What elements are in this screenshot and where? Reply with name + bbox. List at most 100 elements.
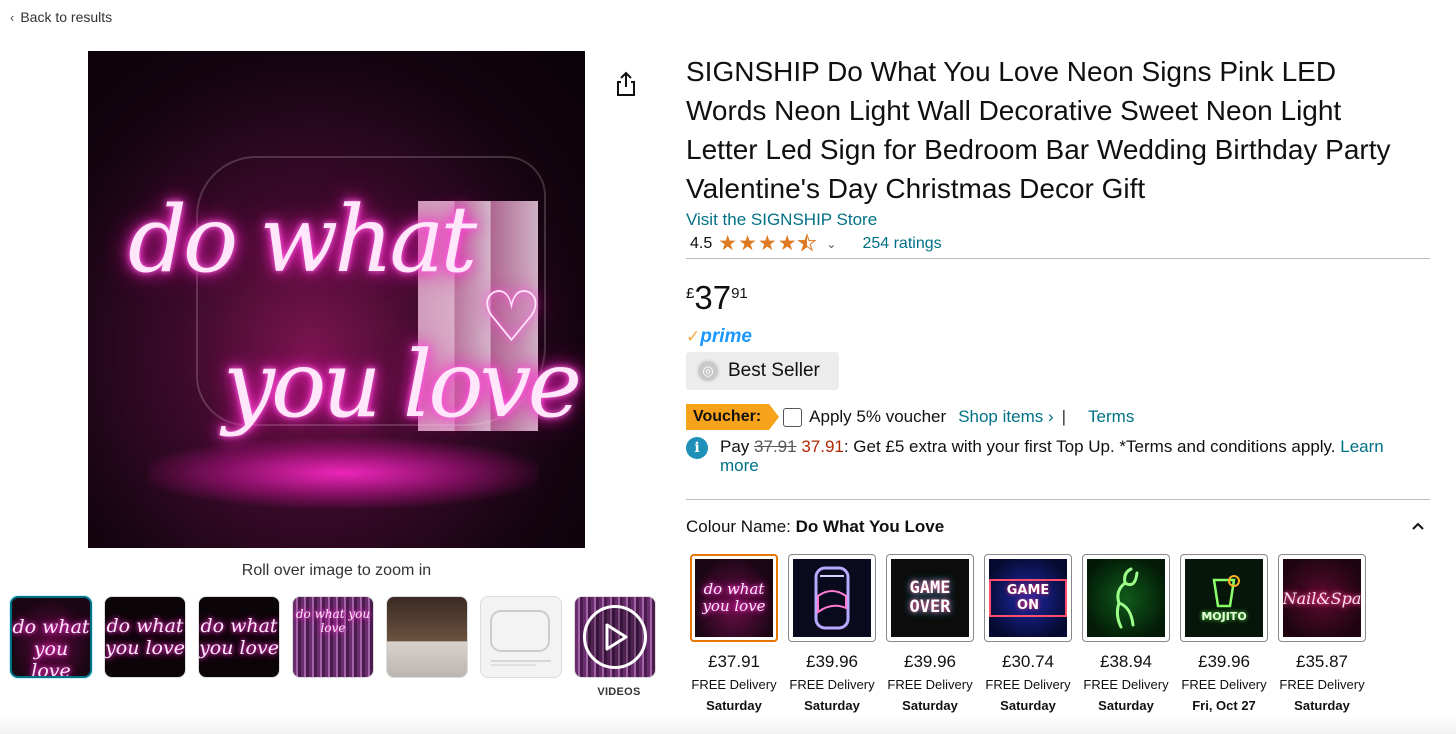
neon-glow xyxy=(148,438,538,508)
divider xyxy=(686,258,1430,259)
swatch-price: £37.91 xyxy=(708,652,760,671)
rating-value: 4.5 xyxy=(690,235,713,252)
shop-items-link[interactable]: Shop items › xyxy=(958,407,1053,427)
swatch-delivery: FREE Delivery xyxy=(691,677,777,692)
swatch-game-on[interactable]: GAME ON £30.74 FREE Delivery Saturday xyxy=(984,554,1072,713)
colour-swatches: do what you love £37.91 FREE Delivery Sa… xyxy=(690,554,1366,713)
swatch-image-text: GAME ON xyxy=(989,579,1067,617)
chevron-down-icon[interactable]: ⌄ xyxy=(826,237,836,251)
share-icon[interactable] xyxy=(612,70,640,98)
back-to-results-label: Back to results xyxy=(20,9,113,25)
old-price: 37.91 xyxy=(754,437,797,456)
terms-link[interactable]: Terms xyxy=(1088,407,1134,427)
swatch-delivery: FREE Delivery xyxy=(1181,677,1267,692)
swatch-dancer[interactable]: £38.94 FREE Delivery Saturday xyxy=(1082,554,1170,713)
swatch-image-text: MOJITO xyxy=(1201,609,1247,623)
voucher-checkbox[interactable] xyxy=(783,407,803,427)
swatch-price: £30.74 xyxy=(1002,652,1054,671)
price: £ 37 91 xyxy=(686,280,748,316)
thumbnail-6[interactable] xyxy=(480,596,562,678)
voucher-row: Voucher: Apply 5% voucher Shop items › |… xyxy=(686,404,1134,430)
swatch-image xyxy=(1087,559,1165,637)
ratings-count-link[interactable]: 254 ratings xyxy=(862,235,941,253)
swatch-nail-spa[interactable]: Nail&Spa £35.87 FREE Delivery Saturday xyxy=(1278,554,1366,713)
thumbnail-3[interactable]: do what you love xyxy=(198,596,280,678)
swatch-image-text: GAME OVER xyxy=(909,578,951,617)
best-seller-badge[interactable]: ◎ Best Seller xyxy=(686,352,839,390)
rating-row: 4.5 ★ ★ ★ ★ ★ ⌄ 254 ratings xyxy=(690,232,942,255)
thumbnail-text: do what you love xyxy=(12,616,90,678)
apply-voucher-label[interactable]: Apply 5% voucher xyxy=(809,407,946,427)
cocktail-icon xyxy=(1212,574,1240,607)
thumbnail-video[interactable] xyxy=(574,596,656,678)
chevron-up-icon[interactable] xyxy=(1410,518,1426,534)
swatch-image: GAME ON xyxy=(989,559,1067,637)
swatch-image xyxy=(793,559,871,637)
swatch-image-text: do what you love xyxy=(702,580,766,615)
separator: | xyxy=(1061,407,1067,426)
swatch-delivery-day: Saturday xyxy=(1000,698,1056,713)
swatch-delivery-day: Saturday xyxy=(1098,698,1154,713)
info-icon: i xyxy=(686,437,708,459)
swatch-delivery: FREE Delivery xyxy=(985,677,1071,692)
swatch-game-over[interactable]: GAME OVER £39.96 FREE Delivery Saturday xyxy=(886,554,974,713)
star-icon: ★ xyxy=(738,232,757,255)
topup-message: : Get £5 extra with your first Top Up. *… xyxy=(843,437,1336,456)
swatch-price: £38.94 xyxy=(1100,652,1152,671)
prime-label: prime xyxy=(700,326,752,347)
size-diagram-icon xyxy=(490,610,551,666)
back-to-results-link[interactable]: ‹ Back to results xyxy=(10,9,112,25)
thumbnail-4[interactable]: do what you love xyxy=(292,596,374,678)
swatch-delivery-day: Saturday xyxy=(1294,698,1350,713)
neon-text-line-1: do what xyxy=(128,186,477,293)
swatch-image: GAME OVER xyxy=(891,559,969,637)
thumbnail-strip: do what you love do what you love do wha… xyxy=(10,596,656,678)
colour-value: Do What You Love xyxy=(795,517,945,536)
swatch-delivery-day: Saturday xyxy=(706,698,762,713)
prime-logo: ✓prime xyxy=(686,326,752,348)
thumbnail-1[interactable]: do what you love xyxy=(10,596,92,678)
check-icon: ✓ xyxy=(686,327,701,346)
dancer-neon-icon xyxy=(1115,567,1139,629)
star-icon: ★ xyxy=(757,232,777,255)
swatch-delivery-day: Saturday xyxy=(902,698,958,713)
thumbnail-2[interactable]: do what you love xyxy=(104,596,186,678)
store-link[interactable]: Visit the SIGNSHIP Store xyxy=(686,210,877,230)
divider xyxy=(686,499,1430,500)
star-rating[interactable]: ★ ★ ★ ★ ★ xyxy=(718,232,817,255)
can-neon-icon xyxy=(814,566,850,630)
thumbnail-text: do what you love xyxy=(105,615,185,659)
new-price: 37.91 xyxy=(801,437,844,456)
swatch-delivery-day: Fri, Oct 27 xyxy=(1192,698,1256,713)
swatch-image: MOJITO xyxy=(1185,559,1263,637)
swatch-image: do what you love xyxy=(695,559,773,637)
price-whole: 37 xyxy=(694,279,732,316)
colour-label: Colour Name: xyxy=(686,517,791,536)
voucher-tag: Voucher: xyxy=(686,404,780,430)
colour-name-row: Colour Name: Do What You Love xyxy=(686,517,944,537)
star-icon: ★ xyxy=(718,232,738,255)
main-product-image[interactable]: do what you love ♡ xyxy=(88,51,585,548)
topup-info: i Pay 37.91 37.91: Get £5 extra with you… xyxy=(686,437,1426,475)
swatch-price: £39.96 xyxy=(1198,652,1250,671)
best-seller-label: Best Seller xyxy=(728,360,820,381)
swatch-price: £39.96 xyxy=(904,652,956,671)
swatch-delivery: FREE Delivery xyxy=(1083,677,1169,692)
swatch-delivery-day: Saturday xyxy=(804,698,860,713)
swatch-price: £39.96 xyxy=(806,652,858,671)
award-icon: ◎ xyxy=(696,359,720,383)
zoom-hint: Roll over image to zoom in xyxy=(241,562,432,579)
thumbnail-5[interactable] xyxy=(386,596,468,678)
videos-label: VIDEOS xyxy=(597,686,641,698)
swatch-do-what-you-love[interactable]: do what you love £37.91 FREE Delivery Sa… xyxy=(690,554,778,713)
thumbnail-text: do what you love xyxy=(199,615,279,659)
swatch-mojito[interactable]: MOJITO £39.96 FREE Delivery Fri, Oct 27 xyxy=(1180,554,1268,713)
chevron-left-icon: ‹ xyxy=(10,9,15,25)
swatch-delivery: FREE Delivery xyxy=(1279,677,1365,692)
bottom-fade xyxy=(0,716,1456,734)
swatch-can[interactable]: £39.96 FREE Delivery Saturday xyxy=(788,554,876,713)
neon-heart-icon: ♡ xyxy=(480,276,543,358)
product-title: SIGNSHIP Do What You Love Neon Signs Pin… xyxy=(686,56,1391,204)
swatch-image-text: Nail&Spa xyxy=(1283,588,1361,608)
swatch-delivery: FREE Delivery xyxy=(789,677,875,692)
